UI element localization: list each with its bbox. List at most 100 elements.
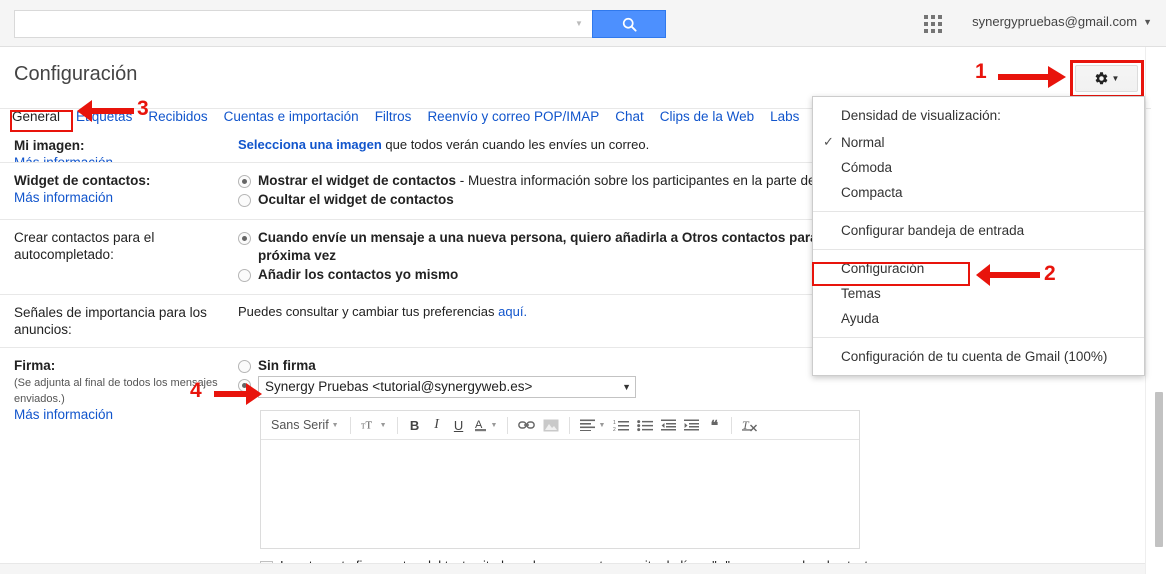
check-icon: ✓ — [823, 134, 834, 149]
font-size-icon[interactable]: T T ▼ — [358, 413, 390, 437]
radio-icon-selected[interactable] — [238, 175, 251, 188]
option-label-bold: Ocultar el widget de contactos — [258, 192, 454, 207]
label-sub-line1: (Se adjunta al final de todos los mensaj… — [14, 377, 218, 389]
numbered-list-icon[interactable]: 1 2 — [610, 413, 632, 437]
tab-chat[interactable]: Chat — [615, 109, 644, 124]
label-text: Mi imagen: — [14, 138, 85, 153]
toolbar-divider — [569, 416, 571, 434]
option-label-bold: Cuando envíe un mensaje a una nueva pers… — [258, 230, 838, 245]
text-color-icon[interactable]: A ▼ — [471, 413, 501, 437]
setting-row-firma: Firma: (Se adjunta al final de todos los… — [0, 347, 1145, 574]
font-family-dropdown[interactable]: Sans Serif ▼ — [267, 413, 343, 437]
menu-item-normal[interactable]: ✓ Normal — [813, 130, 1144, 155]
senales-aqui-link[interactable]: aquí. — [498, 304, 527, 319]
radio-icon[interactable] — [238, 360, 251, 373]
insert-image-icon[interactable] — [540, 413, 562, 437]
tab-etiquetas[interactable]: Etiquetas — [76, 109, 132, 124]
menu-divider — [813, 249, 1144, 250]
remove-formatting-icon[interactable]: T — [739, 413, 761, 437]
menu-item-compacta[interactable]: Compacta — [813, 180, 1144, 205]
setting-label-firma: Firma: (Se adjunta al final de todos los… — [0, 357, 238, 422]
menu-header-density: Densidad de visualización: — [841, 108, 1001, 123]
underline-icon[interactable]: U — [449, 413, 469, 437]
tab-general[interactable]: General — [12, 109, 60, 124]
label-sub-line2: enviados.) — [14, 393, 65, 405]
panel-bottom-strip — [0, 563, 1145, 574]
tab-cuentas-e-importacion[interactable]: Cuentas e importación — [224, 109, 359, 124]
radio-icon-selected[interactable] — [238, 379, 251, 392]
tab-clips-de-la-web[interactable]: Clips de la Web — [660, 109, 754, 124]
menu-item-temas[interactable]: Temas — [813, 281, 1144, 306]
toolbar-divider — [507, 416, 509, 434]
search-icon — [622, 17, 637, 32]
apps-grid-icon[interactable] — [924, 15, 942, 33]
option-label-bold: Añadir los contactos yo mismo — [258, 267, 459, 282]
menu-divider — [813, 211, 1144, 212]
gear-chevron-down-icon: ▼ — [1111, 74, 1120, 83]
select-image-link[interactable]: Selecciona una imagen — [238, 137, 382, 152]
senales-text: Puedes consultar y cambiar tus preferenc… — [238, 304, 499, 319]
more-info-link-firma[interactable]: Más información — [14, 407, 113, 422]
decrease-indent-icon[interactable] — [658, 413, 679, 437]
option-label-bold-line2: próxima vez — [258, 248, 337, 263]
menu-item-cuenta-gmail[interactable]: Configuración de tu cuenta de Gmail (100… — [813, 344, 1144, 369]
signature-select-chevron-down-icon: ▼ — [622, 382, 631, 392]
option-label-rest: - Muestra información sobre los particip… — [456, 173, 835, 188]
search-options-chevron-down-icon[interactable]: ▼ — [572, 10, 586, 38]
label-text: Firma: — [14, 358, 56, 373]
vertical-scrollbar-thumb[interactable] — [1155, 392, 1163, 547]
menu-item-comoda[interactable]: Cómoda — [813, 155, 1144, 180]
search-bar: ▼ — [14, 10, 666, 38]
signature-account-select[interactable]: Synergy Pruebas <tutorial@synergyweb.es>… — [258, 376, 636, 398]
signature-editor[interactable]: Sans Serif ▼ T T ▼ B I U A ▼ ▼ 1 2 ❝ T — [260, 410, 860, 549]
align-icon[interactable]: ▼ — [577, 413, 608, 437]
menu-item-label: Compacta — [841, 185, 903, 200]
label-text: Widget de contactos: — [14, 173, 151, 188]
gear-icon — [1095, 72, 1107, 85]
menu-item-configuracion[interactable]: Configuración — [813, 256, 1144, 281]
label-text-line1: Señales de importancia para los — [14, 305, 207, 320]
signature-editor-toolbar: Sans Serif ▼ T T ▼ B I U A ▼ ▼ 1 2 ❝ T — [261, 411, 859, 440]
bulleted-list-icon[interactable] — [634, 413, 656, 437]
italic-icon[interactable]: I — [427, 413, 447, 437]
link-icon[interactable] — [515, 413, 538, 437]
setting-label-senales: Señales de importancia para los anuncios… — [0, 304, 238, 338]
svg-text:2: 2 — [613, 427, 616, 432]
search-input[interactable] — [23, 12, 572, 36]
signature-editor-body[interactable] — [261, 440, 859, 548]
radio-icon-selected[interactable] — [238, 232, 251, 245]
tab-filtros[interactable]: Filtros — [375, 109, 412, 124]
tab-labs[interactable]: Labs — [770, 109, 799, 124]
bold-icon[interactable]: B — [405, 413, 425, 437]
more-info-link-mi-imagen[interactable]: Más información — [14, 155, 113, 162]
setting-label-mi-imagen: Mi imagen: Más información — [0, 137, 238, 162]
menu-item-ayuda[interactable]: Ayuda — [813, 306, 1144, 331]
menu-item-label: Temas — [841, 286, 881, 301]
page-title: Configuración — [14, 63, 138, 85]
radio-option-con-firma[interactable]: Synergy Pruebas <tutorial@synergyweb.es>… — [238, 376, 1145, 398]
tab-reenvio-pop-imap[interactable]: Reenvío y correo POP/IMAP — [427, 109, 599, 124]
svg-text:1: 1 — [613, 420, 616, 426]
increase-indent-icon[interactable] — [681, 413, 702, 437]
radio-icon[interactable] — [238, 194, 251, 207]
settings-gear-button[interactable]: ▼ — [1075, 65, 1138, 92]
signature-account-value: Synergy Pruebas <tutorial@synergyweb.es> — [265, 379, 533, 394]
tab-recibidos[interactable]: Recibidos — [148, 109, 207, 124]
menu-item-label: Cómoda — [841, 160, 893, 175]
menu-item-label: Configuración de tu cuenta de Gmail (100… — [841, 349, 1108, 364]
setting-value-firma: Sin firma Synergy Pruebas <tutorial@syne… — [238, 357, 1145, 574]
radio-icon[interactable] — [238, 269, 251, 282]
gmail-settings-screen: ▼ synergypruebas@gmail.com ▼ Configuraci… — [0, 0, 1166, 574]
account-chevron-down-icon: ▼ — [1143, 16, 1152, 27]
vertical-scrollbar-track[interactable] — [1151, 47, 1166, 574]
search-button[interactable] — [592, 10, 666, 38]
menu-item-label: Ayuda — [841, 311, 880, 326]
chevron-down-icon: ▼ — [490, 421, 498, 429]
quote-icon[interactable]: ❝ — [704, 413, 724, 437]
label-text-line1: Crear contactos para el — [14, 230, 155, 245]
search-field[interactable]: ▼ — [14, 10, 592, 38]
more-info-link-widget[interactable]: Más información — [14, 190, 113, 205]
account-menu[interactable]: synergypruebas@gmail.com ▼ — [972, 14, 1152, 29]
menu-item-configurar-bandeja[interactable]: Configurar bandeja de entrada — [813, 218, 1144, 243]
toolbar-divider — [396, 416, 398, 434]
